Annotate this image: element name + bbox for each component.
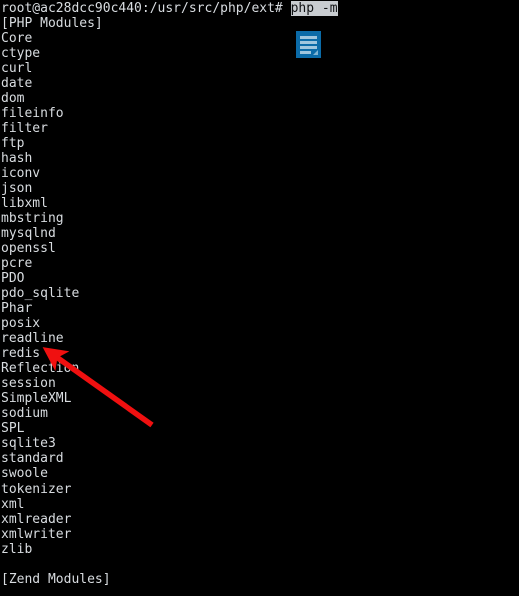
terminal-output-line: readline [1,331,64,347]
terminal-output-line: xml [1,496,25,512]
terminal-output-line: SimpleXML [1,391,72,407]
terminal-output-line: json [1,181,33,197]
note-icon-line-2 [300,41,317,44]
terminal-output-line: pcre [1,256,33,272]
terminal-output-line: filter [1,121,48,137]
terminal-output-line: libxml [1,196,48,212]
terminal-output-line: date [1,76,33,92]
terminal-output-line: xmlwriter [1,526,72,542]
terminal-output-line: posix [1,316,41,332]
terminal-window[interactable]: root@ac28dcc90c440:/usr/src/php/ext# php… [0,0,519,596]
terminal-output-line: swoole [1,466,48,482]
terminal-output-line: iconv [1,166,41,182]
terminal-output-line: session [1,376,56,392]
terminal-output-line: ftp [1,136,25,152]
note-icon[interactable] [296,31,321,58]
terminal-output-line: zlib [1,541,33,557]
terminal-output-line: [PHP Modules] [1,16,103,32]
shell-prompt: root@ac28dcc90c440:/usr/src/php/ext# [1,1,291,16]
terminal-output-line: SPL [1,421,25,437]
terminal-output-line: redis [1,346,41,362]
terminal-output-line: Phar [1,301,33,317]
terminal-output-line: Reflection [1,361,80,377]
terminal-output-line: pdo_sqlite [1,286,80,302]
note-icon-line-3 [300,46,317,49]
terminal-output-line: openssl [1,241,56,257]
terminal-output-line: mysqlnd [1,226,56,242]
terminal-output-line: PDO [1,271,25,287]
terminal-output-line: fileinfo [1,106,64,122]
terminal-output-line: curl [1,61,33,77]
note-icon-line-4 [300,51,311,54]
note-icon-line-1 [300,36,317,39]
terminal-output-line: tokenizer [1,481,72,497]
terminal-output-area: root@ac28dcc90c440:/usr/src/php/ext# php… [0,1,519,587]
selected-command[interactable]: php -m [290,1,338,16]
terminal-output-line: hash [1,151,33,167]
terminal-output-line: xmlreader [1,511,72,527]
terminal-prompt-line: root@ac28dcc90c440:/usr/src/php/ext# php… [0,1,519,16]
terminal-output-line: dom [1,91,25,107]
terminal-output-line: Core [1,31,33,47]
note-icon-corner [313,50,318,55]
terminal-output-line: mbstring [1,211,64,227]
terminal-output-line: sqlite3 [1,436,56,452]
terminal-output-line: ctype [1,46,41,62]
terminal-output-line: standard [1,451,64,467]
terminal-output-line: sodium [1,406,48,422]
terminal-output-line: [Zend Modules] [1,571,111,587]
